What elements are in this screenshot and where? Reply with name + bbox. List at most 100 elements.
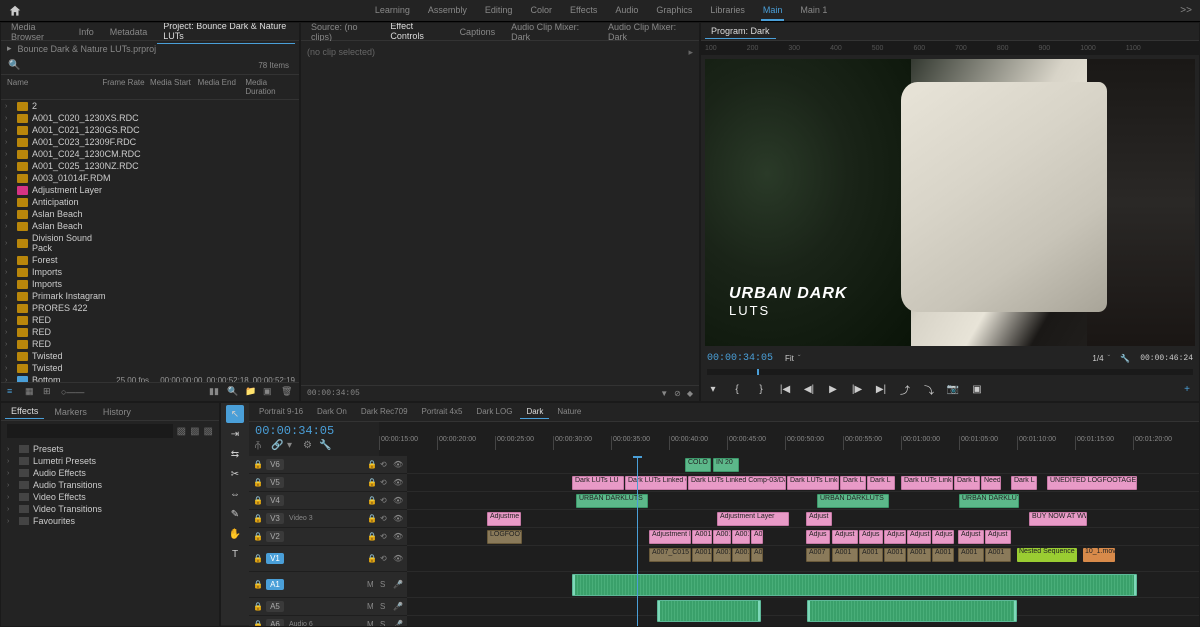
- timeline-clip[interactable]: A001: [958, 548, 984, 562]
- bin-back-icon[interactable]: ▸: [7, 43, 12, 54]
- effects-list[interactable]: ›Presets›Lumetri Presets›Audio Effects›A…: [1, 441, 219, 529]
- voice-icon[interactable]: 🎤: [393, 580, 403, 590]
- project-item-row[interactable]: ›2: [1, 100, 299, 112]
- step-back-icon[interactable]: ◀|: [801, 381, 817, 397]
- add-marker-icon[interactable]: ▾: [705, 381, 721, 397]
- effects-folder[interactable]: ›Presets: [5, 443, 215, 455]
- lock-icon[interactable]: 🔒: [367, 496, 377, 506]
- lock-icon[interactable]: 🔒: [367, 532, 377, 542]
- wrench-icon[interactable]: 🔧: [319, 440, 331, 452]
- step-fwd-icon[interactable]: |▶: [849, 381, 865, 397]
- timeline-clip[interactable]: A001: [907, 548, 931, 562]
- timeline-clip[interactable]: Adjus: [884, 530, 906, 544]
- solo-icon[interactable]: S: [380, 580, 390, 590]
- panel-tab[interactable]: Info: [73, 25, 100, 39]
- project-item-row[interactable]: ›Anticipation: [1, 196, 299, 208]
- project-item-row[interactable]: ›Imports: [1, 278, 299, 290]
- timeline-clip[interactable]: Dark L: [954, 476, 980, 490]
- new-item-icon[interactable]: ▣: [263, 386, 275, 398]
- effects-folder[interactable]: ›Favourites: [5, 515, 215, 527]
- workspace-tab[interactable]: Main: [761, 1, 785, 21]
- workspace-tab[interactable]: Libraries: [708, 1, 747, 21]
- panel-tab[interactable]: History: [97, 405, 137, 419]
- hand-tool-icon[interactable]: ✋: [226, 525, 244, 543]
- workspace-tab[interactable]: Graphics: [654, 1, 694, 21]
- eye-icon[interactable]: 👁: [393, 496, 403, 506]
- project-search-input[interactable]: [5, 58, 258, 72]
- go-to-in-icon[interactable]: |◀: [777, 381, 793, 397]
- timeline-clip[interactable]: Adjust: [907, 530, 931, 544]
- timeline-clip[interactable]: Adjustment Layer: [717, 512, 789, 526]
- sync-icon[interactable]: ⟲: [380, 478, 390, 488]
- timeline-clip[interactable]: Dark L: [1011, 476, 1037, 490]
- project-item-row[interactable]: ›Twisted: [1, 362, 299, 374]
- eye-icon[interactable]: 👁: [393, 514, 403, 524]
- timeline-clip[interactable]: UNEDITED LOGFOOTAGE: [1047, 476, 1137, 490]
- timeline-clip[interactable]: A001: [713, 530, 731, 544]
- go-to-out-icon[interactable]: ▶|: [873, 381, 889, 397]
- timeline-clip[interactable]: A007: [806, 548, 830, 562]
- sync-icon[interactable]: ⟲: [380, 514, 390, 524]
- sync-icon[interactable]: ⟲: [380, 532, 390, 542]
- auto-sequence-icon[interactable]: ▮▮: [209, 386, 221, 398]
- effects-folder[interactable]: ›Audio Effects: [5, 467, 215, 479]
- timeline-clip[interactable]: COLO: [685, 458, 711, 472]
- timeline-timecode[interactable]: 00:00:34:05: [255, 424, 373, 438]
- project-item-row[interactable]: ›RED: [1, 326, 299, 338]
- program-monitor[interactable]: URBAN DARK LUTS: [705, 59, 1195, 346]
- timeline-clip[interactable]: Dark LUTs Linked Comp-03/Dark: [688, 476, 786, 490]
- timeline-clip[interactable]: Dark LUTs Linked: [787, 476, 839, 490]
- icon-view-icon[interactable]: ▦: [25, 386, 37, 398]
- fx-badge-icon-3[interactable]: ▩: [204, 426, 213, 437]
- timeline-clip[interactable]: Adjus: [806, 530, 830, 544]
- video-track-header[interactable]: 🔒V2🔒⟲👁: [249, 528, 407, 546]
- eye-icon[interactable]: 👁: [393, 532, 403, 542]
- bypass-icon[interactable]: ⊘: [674, 389, 681, 398]
- type-tool-icon[interactable]: T: [226, 545, 244, 563]
- eye-icon[interactable]: 👁: [393, 460, 403, 470]
- project-item-row[interactable]: ›Forest: [1, 254, 299, 266]
- audio-track-header[interactable]: 🔒A1MS🎤: [249, 572, 407, 598]
- sequence-tab[interactable]: Dark: [520, 405, 549, 419]
- marker-icon[interactable]: ▾: [287, 440, 299, 452]
- play-icon[interactable]: ▶: [825, 381, 841, 397]
- razor-tool-icon[interactable]: ✂: [226, 465, 244, 483]
- track-content[interactable]: COLOIN 20Dark LUTs LUDark LUTs Linked CD…: [407, 456, 1199, 627]
- timeline-clip[interactable]: Nested Sequence 06: [1017, 548, 1077, 562]
- zoom-level[interactable]: 1/4: [1092, 354, 1103, 363]
- video-track-header[interactable]: 🔒V6🔒⟲👁: [249, 456, 407, 474]
- project-item-row[interactable]: ›RED: [1, 338, 299, 350]
- selection-tool-icon[interactable]: ↖: [226, 405, 244, 423]
- timeline-clip[interactable]: A00: [751, 548, 763, 562]
- lock-icon[interactable]: 🔒: [367, 478, 377, 488]
- trash-icon[interactable]: 🗑: [281, 386, 293, 398]
- pen-tool-icon[interactable]: ✎: [226, 505, 244, 523]
- project-item-row[interactable]: ›Bottom25.00 fps00:00:00:0000:00:52:1800…: [1, 374, 299, 382]
- workspace-tab[interactable]: Main 1: [798, 1, 829, 21]
- timeline-audio-clip[interactable]: [572, 574, 1137, 596]
- timeline-clip[interactable]: Adjust: [985, 530, 1011, 544]
- project-item-row[interactable]: ›A001_C025_1230NZ.RDC: [1, 160, 299, 172]
- timeline-clip[interactable]: A001: [751, 530, 763, 544]
- new-bin-icon[interactable]: 📁: [245, 386, 257, 398]
- snap-icon[interactable]: ⫚: [255, 440, 267, 452]
- track-select-tool-icon[interactable]: ⇥: [226, 425, 244, 443]
- lock-icon[interactable]: 🔒: [367, 554, 377, 564]
- lift-icon[interactable]: ⤴: [897, 381, 913, 397]
- timeline-clip[interactable]: Adjus: [859, 530, 883, 544]
- linked-selection-icon[interactable]: 🔗: [271, 440, 283, 452]
- panel-tab[interactable]: Effects: [5, 404, 44, 419]
- project-item-row[interactable]: ›Imports: [1, 266, 299, 278]
- extract-icon[interactable]: ⤵: [921, 381, 937, 397]
- project-item-row[interactable]: ›Twisted: [1, 350, 299, 362]
- workspace-tab[interactable]: Editing: [483, 1, 515, 21]
- project-item-row[interactable]: ›A001_C020_1230XS.RDC: [1, 112, 299, 124]
- timeline-clip[interactable]: Dark LUTs LU: [572, 476, 624, 490]
- button-editor-icon[interactable]: +: [1179, 381, 1195, 397]
- timeline-clip[interactable]: A007_C015: [649, 548, 691, 562]
- fx-badge-icon[interactable]: ▩: [177, 426, 186, 437]
- sequence-tab[interactable]: Portrait 9-16: [253, 405, 309, 419]
- video-track-header[interactable]: 🔒V1🔒⟲👁: [249, 546, 407, 572]
- project-item-row[interactable]: ›RED: [1, 314, 299, 326]
- solo-icon[interactable]: S: [380, 602, 390, 612]
